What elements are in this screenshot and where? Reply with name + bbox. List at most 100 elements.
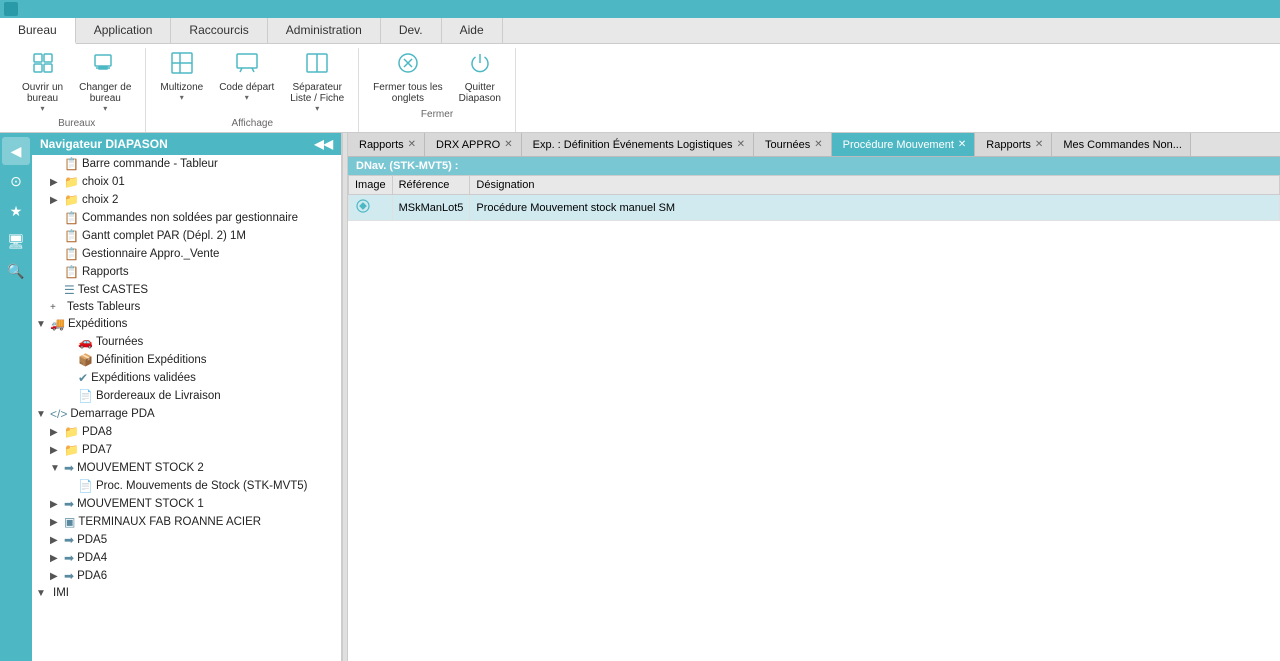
tree-node-icon: 📋 (64, 157, 79, 171)
tab-close-button[interactable]: ✕ (504, 139, 512, 150)
tree-node-icon: 🚗 (78, 335, 93, 349)
tree-item[interactable]: ▼</> Demarrage PDA (32, 405, 341, 423)
ribbon-group-label: Affichage (232, 118, 274, 132)
ribbon-btn-changer-de[interactable]: Changer debureau▾ (73, 48, 137, 116)
tree-toggle-icon[interactable]: ▶ (50, 445, 64, 456)
ribbon-group-fermer: Fermer tous lesongletsQuitterDiapasonFer… (359, 48, 516, 132)
tab-close-button[interactable]: ✕ (408, 139, 416, 150)
content-tab-tourn-es[interactable]: Tournées ✕ (754, 133, 832, 156)
tree-item[interactable]: ▼🚚Expéditions (32, 315, 341, 333)
tree-item[interactable]: 📋Rapports (32, 263, 341, 281)
tree-item[interactable]: +Tests Tableurs (32, 299, 341, 315)
tree-item[interactable]: ✔Expéditions validées (32, 369, 341, 387)
title-bar (0, 0, 1280, 18)
ribbon-icon (31, 51, 55, 81)
tree-toggle-icon[interactable]: ▶ (50, 499, 64, 510)
tree-item[interactable]: 📋Gantt complet PAR (Dépl. 2) 1M (32, 227, 341, 245)
content-tab-proc-dure-mouvement[interactable]: Procédure Mouvement✕ (832, 133, 976, 156)
table-column-header: Référence (392, 176, 470, 195)
tree-item[interactable]: ▶📁PDA7 (32, 441, 341, 459)
tree-toggle-icon[interactable]: ▼ (36, 409, 50, 420)
ribbon-btn-label: Multizone (160, 82, 203, 93)
tree-node-icon: ✔ (78, 371, 88, 385)
tree-toggle-icon[interactable]: ▶ (50, 195, 64, 206)
tree-item[interactable]: ▶📁choix 2 (32, 191, 341, 209)
content-tab-rapports[interactable]: Rapports✕ (975, 133, 1052, 156)
table-row[interactable]: MSkManLot5Procédure Mouvement stock manu… (349, 195, 1280, 221)
tree-toggle-icon[interactable]: ▶ (50, 571, 64, 582)
dropdown-arrow-icon: ▾ (315, 104, 319, 113)
collapse-icon[interactable]: ◀ (2, 137, 30, 165)
tree-item[interactable]: ▶➡PDA6 (32, 567, 341, 585)
tree-toggle-icon[interactable]: ▶ (50, 177, 64, 188)
tree-item[interactable]: 📄Proc. Mouvements de Stock (STK-MVT5) (32, 477, 341, 495)
row-image (349, 195, 393, 221)
ribbon-btn-label: SéparateurListe / Fiche (290, 82, 344, 104)
tree-item[interactable]: 📋Gestionnaire Appro._Vente (32, 245, 341, 263)
tree-node-icon: ➡ (64, 569, 74, 583)
content-tab-mes-commandes-non---[interactable]: Mes Commandes Non... (1052, 133, 1191, 156)
tab-label: Tournées (765, 139, 810, 151)
tab-close-button[interactable]: ✕ (958, 139, 966, 150)
tab-close-button[interactable]: ✕ (737, 139, 745, 150)
tree-toggle-icon[interactable]: + (50, 302, 64, 313)
tree-node-label: Expéditions (68, 318, 127, 330)
tree-item[interactable]: 📋Barre commande - Tableur (32, 155, 341, 173)
home-icon[interactable]: ⊙ (2, 167, 30, 195)
navigator-collapse-icon[interactable]: ◀◀ (315, 137, 333, 151)
tree-item[interactable]: 🚗Tournées (32, 333, 341, 351)
content-tab-drx-appro[interactable]: DRX APPRO✕ (425, 133, 522, 156)
navigator-tree[interactable]: 📋Barre commande - Tableur▶📁choix 01▶📁cho… (32, 155, 341, 661)
content-area: Rapports✕DRX APPRO✕Exp. : Définition Évé… (348, 133, 1280, 661)
content-tab-rapports[interactable]: Rapports✕ (348, 133, 425, 156)
tree-item[interactable]: 📄Bordereaux de Livraison (32, 387, 341, 405)
tree-item[interactable]: ☰Test CASTES (32, 281, 341, 299)
tab-close-button[interactable]: ✕ (1035, 139, 1043, 150)
desktop-icon[interactable]: 🖥 (2, 227, 30, 255)
tree-toggle-icon[interactable]: ▼ (36, 319, 50, 330)
tree-node-label: Gantt complet PAR (Dépl. 2) 1M (82, 230, 246, 242)
tree-node-icon: </> (50, 407, 67, 421)
favorites-icon[interactable]: ★ (2, 197, 30, 225)
tree-toggle-icon[interactable]: ▶ (50, 517, 64, 528)
tree-item[interactable]: 📋Commandes non soldées par gestionnaire (32, 209, 341, 227)
tree-item[interactable]: ▼➡MOUVEMENT STOCK 2 (32, 459, 341, 477)
tree-item[interactable]: ▶📁PDA8 (32, 423, 341, 441)
main-tab-administration[interactable]: Administration (268, 18, 381, 43)
main-tab-aide[interactable]: Aide (442, 18, 503, 43)
ribbon-icon (93, 51, 117, 81)
tree-toggle-icon[interactable]: ▶ (50, 427, 64, 438)
main-tab-bureau[interactable]: Bureau (0, 18, 76, 44)
main-tab-dev-[interactable]: Dev. (381, 18, 442, 43)
tree-toggle-icon[interactable]: ▼ (36, 588, 50, 599)
table-column-header: Désignation (470, 176, 1280, 195)
tree-node-icon: ➡ (64, 461, 74, 475)
ribbon-btn-code-d-part[interactable]: Code départ▾ (213, 48, 280, 116)
tree-node-label: Demarrage PDA (70, 408, 154, 420)
sidebar-icons: ◀⊙★🖥🔍 (0, 133, 32, 661)
main-tab-raccourcis[interactable]: Raccourcis (171, 18, 267, 43)
ribbon-btn-multizone[interactable]: Multizone▾ (154, 48, 209, 116)
tree-toggle-icon[interactable]: ▶ (50, 535, 64, 546)
tree-toggle-icon[interactable]: ▼ (50, 463, 64, 474)
tree-item[interactable]: ▶➡PDA5 (32, 531, 341, 549)
tree-item[interactable]: ▶▣TERMINAUX FAB ROANNE ACIER (32, 513, 341, 531)
tree-item[interactable]: 📦Définition Expéditions (32, 351, 341, 369)
tree-item[interactable]: ▼IMI (32, 585, 341, 601)
tree-node-icon: 📋 (64, 265, 79, 279)
tab-close-button[interactable]: ✕ (814, 139, 822, 150)
content-tab-exp----d-finition--v[interactable]: Exp. : Définition Événements Logistiques… (522, 133, 754, 156)
ribbon-btn-ouvrir-un[interactable]: Ouvrir unbureau▾ (16, 48, 69, 116)
tree-item[interactable]: ▶➡PDA4 (32, 549, 341, 567)
tree-toggle-icon[interactable]: ▶ (50, 553, 64, 564)
tree-node-label: PDA7 (82, 444, 112, 456)
tree-item[interactable]: ▶➡MOUVEMENT STOCK 1 (32, 495, 341, 513)
tree-node-icon: 📋 (64, 247, 79, 261)
ribbon-btn-s-parateur[interactable]: SéparateurListe / Fiche▾ (284, 48, 350, 116)
tree-item[interactable]: ▶📁choix 01 (32, 173, 341, 191)
main-tab-application[interactable]: Application (76, 18, 172, 43)
ribbon-btn-quitter[interactable]: QuitterDiapason (453, 48, 507, 107)
ribbon-btn-fermer-tous-les[interactable]: Fermer tous lesonglets (367, 48, 448, 107)
search-icon[interactable]: 🔍 (2, 257, 30, 285)
ribbon-btn-label: QuitterDiapason (459, 82, 501, 104)
